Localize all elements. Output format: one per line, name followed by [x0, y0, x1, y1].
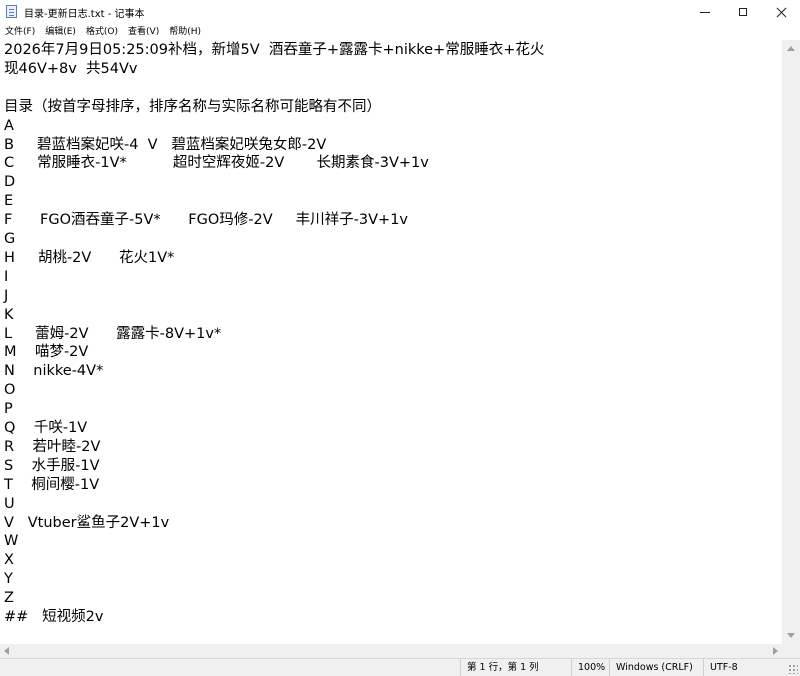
status-line-ending: Windows (CRLF): [609, 659, 703, 676]
text-line: Y: [4, 571, 13, 588]
maximize-button[interactable]: [726, 0, 760, 24]
text-line: B 碧蓝档案妃咲-4 V 碧蓝档案妃咲兔女郎-2V: [4, 136, 327, 153]
status-bar: 第 1 行，第 1 列 100% Windows (CRLF) UTF-8: [0, 658, 800, 676]
text-line: K: [4, 306, 14, 323]
vertical-scrollbar[interactable]: [782, 40, 800, 644]
text-line: E: [4, 193, 14, 210]
text-line: V Vtuber鲨鱼子2V+1v: [4, 514, 170, 531]
scroll-left-icon[interactable]: [4, 647, 9, 655]
text-line: 目录（按首字母排序，排序名称与实际名称可能略有不同）: [4, 98, 381, 115]
close-icon: [776, 7, 787, 18]
minimize-icon: [700, 11, 710, 13]
text-line: N nikke-4V*: [4, 363, 104, 380]
text-line: X: [4, 552, 14, 569]
window-title: 目录-更新日志.txt - 记事本: [24, 9, 145, 20]
status-cursor-position: 第 1 行，第 1 列: [460, 659, 571, 676]
horizontal-scrollbar[interactable]: [0, 644, 782, 658]
minimize-button[interactable]: [688, 0, 722, 24]
text-line: Q 千咲-1V: [4, 420, 88, 436]
text-line: I: [4, 268, 9, 285]
text-line: A: [4, 117, 14, 134]
scroll-right-icon[interactable]: [773, 647, 778, 655]
text-line: C 常服睡衣-1V* 超时空辉夜姬-2V 长期素食-3V+1v: [4, 155, 429, 172]
text-line: T 桐间樱-1V: [4, 476, 100, 493]
text-line: M 喵梦-2V: [4, 344, 89, 361]
text-line: ## 短视频2v: [4, 609, 104, 625]
scroll-up-icon[interactable]: [787, 46, 795, 51]
text-editor-area[interactable]: 2026年7月9日05:25:09补档，新增5V 酒吞童子+露露卡+nikke+…: [0, 40, 782, 644]
text-line: P: [4, 401, 13, 418]
scrollbar-corner: [782, 644, 800, 658]
menu-format[interactable]: 格式(O): [81, 24, 123, 40]
status-encoding: UTF-8: [703, 659, 800, 676]
text-line: R 若叶睦-2V: [4, 438, 101, 455]
maximize-icon: [739, 8, 747, 16]
scroll-down-icon[interactable]: [787, 633, 795, 638]
text-line: Z: [4, 590, 14, 607]
title-bar[interactable]: 目录-更新日志.txt - 记事本: [0, 0, 800, 24]
text-line: G: [4, 231, 16, 247]
text-line: L 蕾姆-2V 露露卡-8V+1v*: [4, 325, 222, 342]
text-line: 现46V+8v 共54Vv: [4, 60, 138, 77]
menu-bar: 文件(F) 编辑(E) 格式(O) 查看(V) 帮助(H): [0, 24, 800, 40]
notepad-window: 目录-更新日志.txt - 记事本 文件(F) 编辑(E) 格式(O) 查看(V…: [0, 0, 800, 676]
text-line: U: [4, 495, 15, 512]
resize-grip-icon[interactable]: [788, 664, 798, 674]
close-button[interactable]: [764, 0, 798, 24]
menu-view[interactable]: 查看(V): [123, 24, 164, 40]
text-line: O: [4, 382, 16, 399]
menu-help[interactable]: 帮助(H): [164, 24, 206, 40]
text-line: W: [4, 533, 19, 550]
text-line: H 胡桃-2V 花火1V*: [4, 249, 175, 266]
menu-edit[interactable]: 编辑(E): [40, 24, 81, 40]
notepad-icon: [6, 5, 17, 18]
text-line: 2026年7月9日05:25:09补档，新增5V 酒吞童子+露露卡+nikke+…: [4, 42, 545, 58]
text-line: F FGO酒吞童子-5V* FGO玛修-2V 丰川祥子-3V+1v: [4, 212, 409, 229]
text-line: J: [4, 287, 9, 304]
menu-file[interactable]: 文件(F): [0, 24, 40, 40]
status-zoom: 100%: [571, 659, 609, 676]
text-line: D: [4, 174, 16, 191]
text-line: S 水手服-1V: [4, 457, 100, 474]
